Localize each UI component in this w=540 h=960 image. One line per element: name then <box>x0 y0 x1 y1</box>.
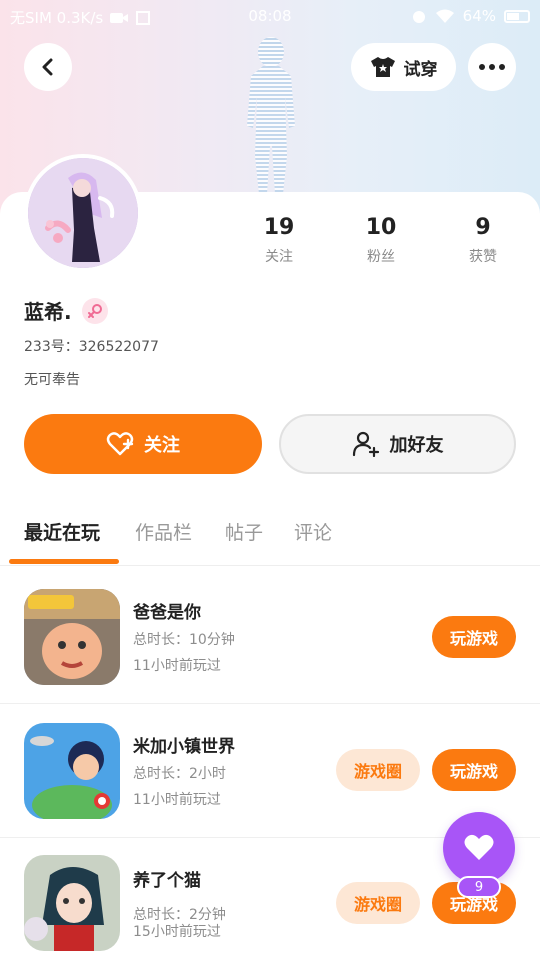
game-title: 爸爸是你 <box>133 603 201 623</box>
user-name: 蓝希. <box>24 300 72 324</box>
stat-followers[interactable]: 10 粉丝 <box>336 215 426 266</box>
wifi-icon <box>435 9 454 23</box>
tshirt-icon <box>370 57 395 77</box>
avatar[interactable] <box>24 154 142 272</box>
avatar-character-image <box>28 158 138 268</box>
avatar-figure-icon <box>247 37 295 194</box>
user-id: 233号：326522077 <box>24 339 159 355</box>
follow-button[interactable]: 关注 <box>24 414 262 474</box>
game-circle-button[interactable]: 游戏圈 <box>336 749 420 791</box>
tab-comments[interactable]: 评论 <box>294 518 332 545</box>
stat-label: 关注 <box>265 249 293 265</box>
active-tab-indicator <box>9 559 119 564</box>
game-last-played: 15小时前玩过 <box>133 924 221 940</box>
name-row: 蓝希. <box>24 296 108 325</box>
status-right: 64% <box>411 7 530 25</box>
try-on-label: 试穿 <box>403 59 438 80</box>
tab-posts[interactable]: 帖子 <box>225 518 263 545</box>
game-title: 养了个猫 <box>133 871 201 891</box>
add-user-icon <box>352 431 379 457</box>
game-last-played: 11小时前玩过 <box>133 792 221 808</box>
tab-recent-play[interactable]: 最近在玩 <box>24 518 100 545</box>
chevron-left-icon <box>42 58 53 76</box>
user-bio: 无可奉告 <box>24 372 80 388</box>
game-last-played: 11小时前玩过 <box>133 658 221 674</box>
play-game-button[interactable]: 玩游戏 <box>432 616 516 658</box>
list-item[interactable]: 爸爸是你 总时长：10分钟 11小时前玩过 玩游戏 <box>0 570 540 704</box>
alarm-icon <box>412 11 425 23</box>
baby-game-icon[interactable] <box>24 589 120 685</box>
cat-girl-game-icon[interactable] <box>24 855 120 951</box>
stat-label: 粉丝 <box>367 249 395 265</box>
try-on-button[interactable]: 试穿 <box>351 43 456 91</box>
more-dot-icon <box>479 64 485 70</box>
heart-icon <box>464 834 494 860</box>
more-button[interactable] <box>468 43 516 91</box>
play-game-button[interactable]: 玩游戏 <box>432 749 516 791</box>
profile-tabs: 最近在玩 作品栏 帖子 评论 <box>0 510 540 566</box>
more-dot-icon <box>499 64 505 70</box>
battery-icon <box>504 9 530 23</box>
stat-value: 10 <box>365 215 397 240</box>
town-game-icon[interactable] <box>24 723 120 819</box>
like-count-badge: 9 <box>457 876 501 898</box>
female-gender-icon <box>81 297 108 324</box>
like-fab-button[interactable] <box>443 812 515 884</box>
stat-value: 19 <box>263 215 295 240</box>
status-bar: 无SIM 0.3K/s 08:08 64% <box>0 0 540 32</box>
game-duration: 总时长：10分钟 <box>133 632 235 648</box>
stat-following[interactable]: 19 关注 <box>234 215 324 266</box>
stat-value: 9 <box>475 215 491 240</box>
heart-plus-icon <box>106 432 134 456</box>
tab-works[interactable]: 作品栏 <box>135 518 192 545</box>
battery-percent: 64% <box>462 7 496 25</box>
add-friend-label: 加好友 <box>389 435 444 456</box>
game-circle-button[interactable]: 游戏圈 <box>336 882 420 924</box>
follow-label: 关注 <box>144 435 180 456</box>
game-duration: 总时长：2小时 <box>133 766 226 782</box>
back-button[interactable] <box>24 43 72 91</box>
add-friend-button[interactable]: 加好友 <box>279 414 516 474</box>
stat-label: 获赞 <box>469 249 497 265</box>
stat-likes[interactable]: 9 获赞 <box>438 215 528 266</box>
more-dot-icon <box>489 64 495 70</box>
game-title: 米加小镇世界 <box>133 737 235 757</box>
